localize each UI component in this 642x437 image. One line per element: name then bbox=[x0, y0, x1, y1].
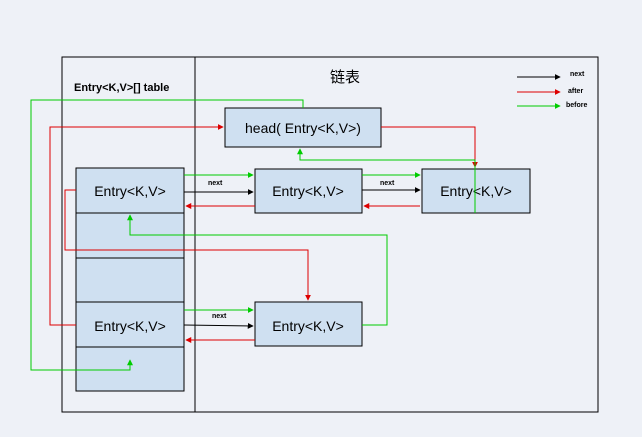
table-entry-1: Entry<K,V> bbox=[94, 183, 166, 199]
legend-next-label: next bbox=[570, 71, 585, 78]
next-label-1: next bbox=[208, 180, 223, 187]
entry-node-b-label: Entry<K,V> bbox=[272, 183, 344, 199]
linked-hashmap-diagram: Entry<K,V>[] table 链表 next after before … bbox=[30, 56, 599, 413]
entry-node-d-label: Entry<K,V> bbox=[272, 318, 344, 334]
next-label-2: next bbox=[380, 180, 395, 187]
table-entry-2: Entry<K,V> bbox=[94, 318, 166, 334]
list-title: 链表 bbox=[330, 68, 360, 86]
table-array: Entry<K,V> Entry<K,V> bbox=[75, 167, 185, 392]
legend-before-label: before bbox=[566, 102, 588, 109]
head-node-label: head( Entry<K,V>) bbox=[245, 120, 361, 136]
table-title: Entry<K,V>[] table bbox=[74, 82, 169, 94]
table-column bbox=[75, 167, 185, 392]
next-label-3: next bbox=[212, 313, 227, 320]
entry-node-c-label: Entry<K,V> bbox=[440, 183, 512, 199]
legend-after-label: after bbox=[568, 88, 583, 95]
